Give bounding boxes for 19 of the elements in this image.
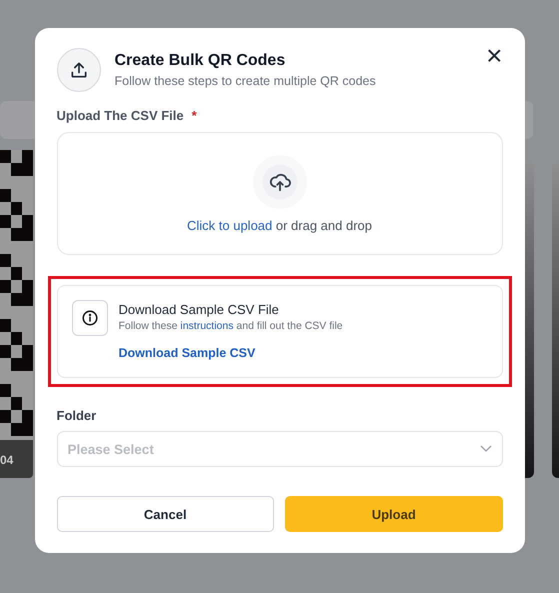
- drop-zone[interactable]: Click to upload or drag and drop: [56, 132, 502, 255]
- sample-title: Download Sample CSV File: [118, 302, 280, 317]
- field-label: Upload The CSV File: [56, 108, 184, 123]
- cancel-button[interactable]: Cancel: [56, 496, 274, 532]
- required-mark: *: [192, 108, 197, 123]
- dialog-subtitle: Follow these steps to create multiple QR codes: [114, 74, 376, 88]
- instructions-link[interactable]: instructions: [180, 320, 234, 332]
- card-label: 04: [0, 453, 14, 467]
- download-link[interactable]: Download Sample CSV: [118, 346, 343, 360]
- upload-button[interactable]: Upload: [285, 496, 502, 532]
- upload-icon: [56, 48, 100, 92]
- field-label: Folder: [56, 408, 98, 423]
- upload-link[interactable]: Click to upload: [186, 218, 272, 233]
- drop-hint: Click to upload or drag and drop: [186, 218, 372, 233]
- info-icon: [72, 300, 108, 336]
- sample-description: Follow these instructions and fill out the CSV file: [118, 320, 343, 332]
- dialog-title: Create Bulk QR Codes: [114, 52, 286, 70]
- chevron-down-icon: [480, 445, 492, 453]
- close-button[interactable]: ×: [486, 42, 502, 70]
